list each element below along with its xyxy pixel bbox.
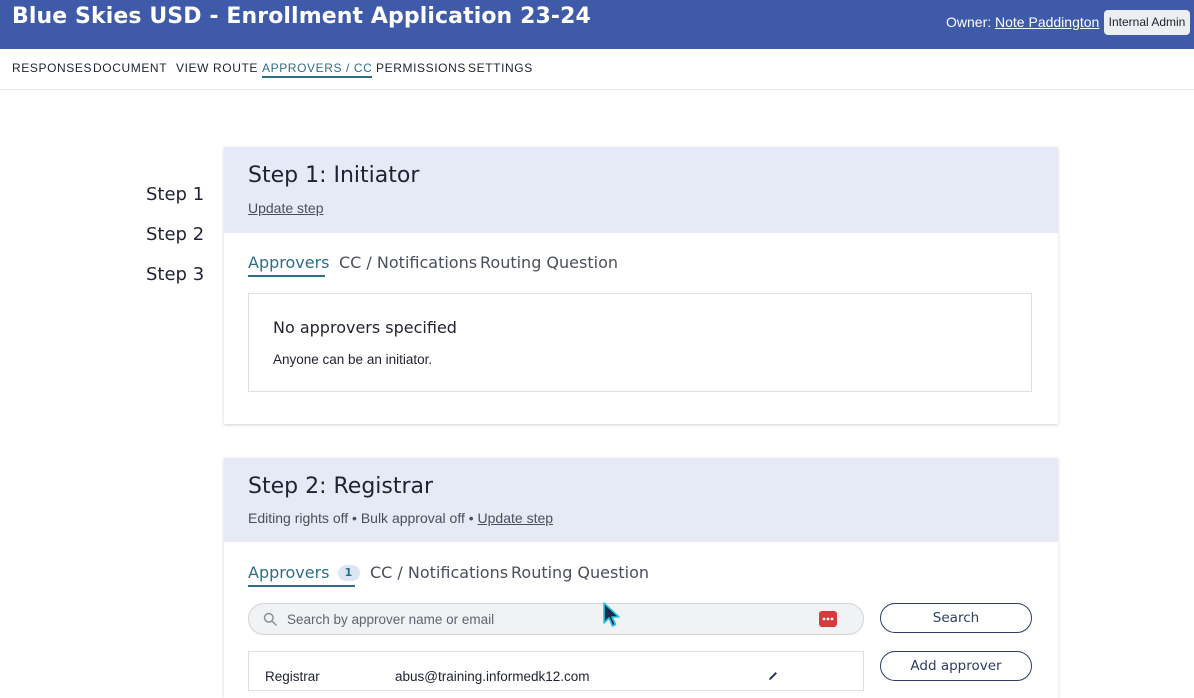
step-2-card: Step 2: Registrar Editing rights off • B… bbox=[224, 458, 1058, 698]
table-row[interactable]: Registrar abus@training.informedk12.com bbox=[248, 651, 864, 691]
step-list-item-2[interactable]: Step 2 bbox=[146, 224, 204, 245]
nav-view-route[interactable]: VIEW ROUTE bbox=[176, 61, 258, 75]
step-1-tab-underline bbox=[248, 275, 325, 277]
step-1-title: Step 1: Initiator bbox=[248, 163, 420, 188]
step-2-tab-underline bbox=[248, 585, 355, 587]
owner-info: Owner: Note Paddington bbox=[946, 14, 1099, 30]
edit-icon[interactable] bbox=[767, 670, 779, 682]
approver-search bbox=[248, 603, 864, 635]
step-1-tab-approvers[interactable]: Approvers bbox=[248, 253, 330, 272]
step-list-item-1[interactable]: Step 1 bbox=[146, 184, 204, 205]
search-icon bbox=[263, 612, 277, 626]
step-2-tab-routing[interactable]: Routing Question bbox=[511, 563, 649, 582]
nav-settings[interactable]: SETTINGS bbox=[468, 61, 533, 75]
internal-admin-button[interactable]: Internal Admin bbox=[1104, 10, 1190, 35]
step-1-header: Step 1: Initiator Update step bbox=[224, 147, 1058, 233]
step-2-meta-text: Editing rights off • Bulk approval off • bbox=[248, 510, 478, 526]
step-1-update-link[interactable]: Update step bbox=[248, 200, 324, 216]
step-2-tab-cc[interactable]: CC / Notifications bbox=[370, 563, 508, 582]
add-approver-button[interactable]: Add approver bbox=[880, 651, 1032, 681]
step-2-tab-approvers[interactable]: Approvers 1 bbox=[248, 563, 360, 582]
step-2-update-link[interactable]: Update step bbox=[478, 510, 554, 526]
no-approvers-panel: No approvers specified Anyone can be an … bbox=[248, 293, 1032, 392]
nav-document[interactable]: DOCUMENT bbox=[93, 61, 167, 75]
approver-count-badge: 1 bbox=[337, 565, 360, 581]
step-2-header: Step 2: Registrar Editing rights off • B… bbox=[224, 458, 1058, 542]
nav-approvers-cc[interactable]: APPROVERS / CC bbox=[262, 61, 373, 78]
approver-search-input[interactable] bbox=[287, 609, 807, 629]
step-1-card: Step 1: Initiator Update step Approvers … bbox=[224, 147, 1058, 424]
search-button[interactable]: Search bbox=[880, 603, 1032, 633]
nav-responses[interactable]: RESPONSES bbox=[12, 61, 92, 75]
owner-label: Owner: bbox=[946, 14, 992, 30]
approver-email: abus@training.informedk12.com bbox=[395, 669, 590, 684]
nav-permissions[interactable]: PERMISSIONS bbox=[376, 61, 466, 75]
no-approvers-text: Anyone can be an initiator. bbox=[273, 352, 433, 367]
mouse-cursor-icon bbox=[603, 602, 620, 627]
approver-name: Registrar bbox=[265, 669, 320, 684]
step-2-meta: Editing rights off • Bulk approval off •… bbox=[248, 510, 553, 526]
page-title: Blue Skies USD - Enrollment Application … bbox=[12, 4, 591, 29]
no-approvers-title: No approvers specified bbox=[273, 318, 457, 337]
app-header: Blue Skies USD - Enrollment Application … bbox=[0, 0, 1194, 49]
step-2-tab-approvers-label: Approvers bbox=[248, 563, 330, 582]
step-list-item-3[interactable]: Step 3 bbox=[146, 264, 204, 285]
main-nav: RESPONSES DOCUMENT VIEW ROUTE APPROVERS … bbox=[0, 49, 1194, 90]
owner-link[interactable]: Note Paddington bbox=[995, 14, 1099, 30]
step-2-title: Step 2: Registrar bbox=[248, 474, 434, 499]
step-1-tab-cc[interactable]: CC / Notifications bbox=[339, 253, 477, 272]
step-1-tab-routing[interactable]: Routing Question bbox=[480, 253, 618, 272]
password-manager-icon[interactable] bbox=[819, 611, 837, 627]
